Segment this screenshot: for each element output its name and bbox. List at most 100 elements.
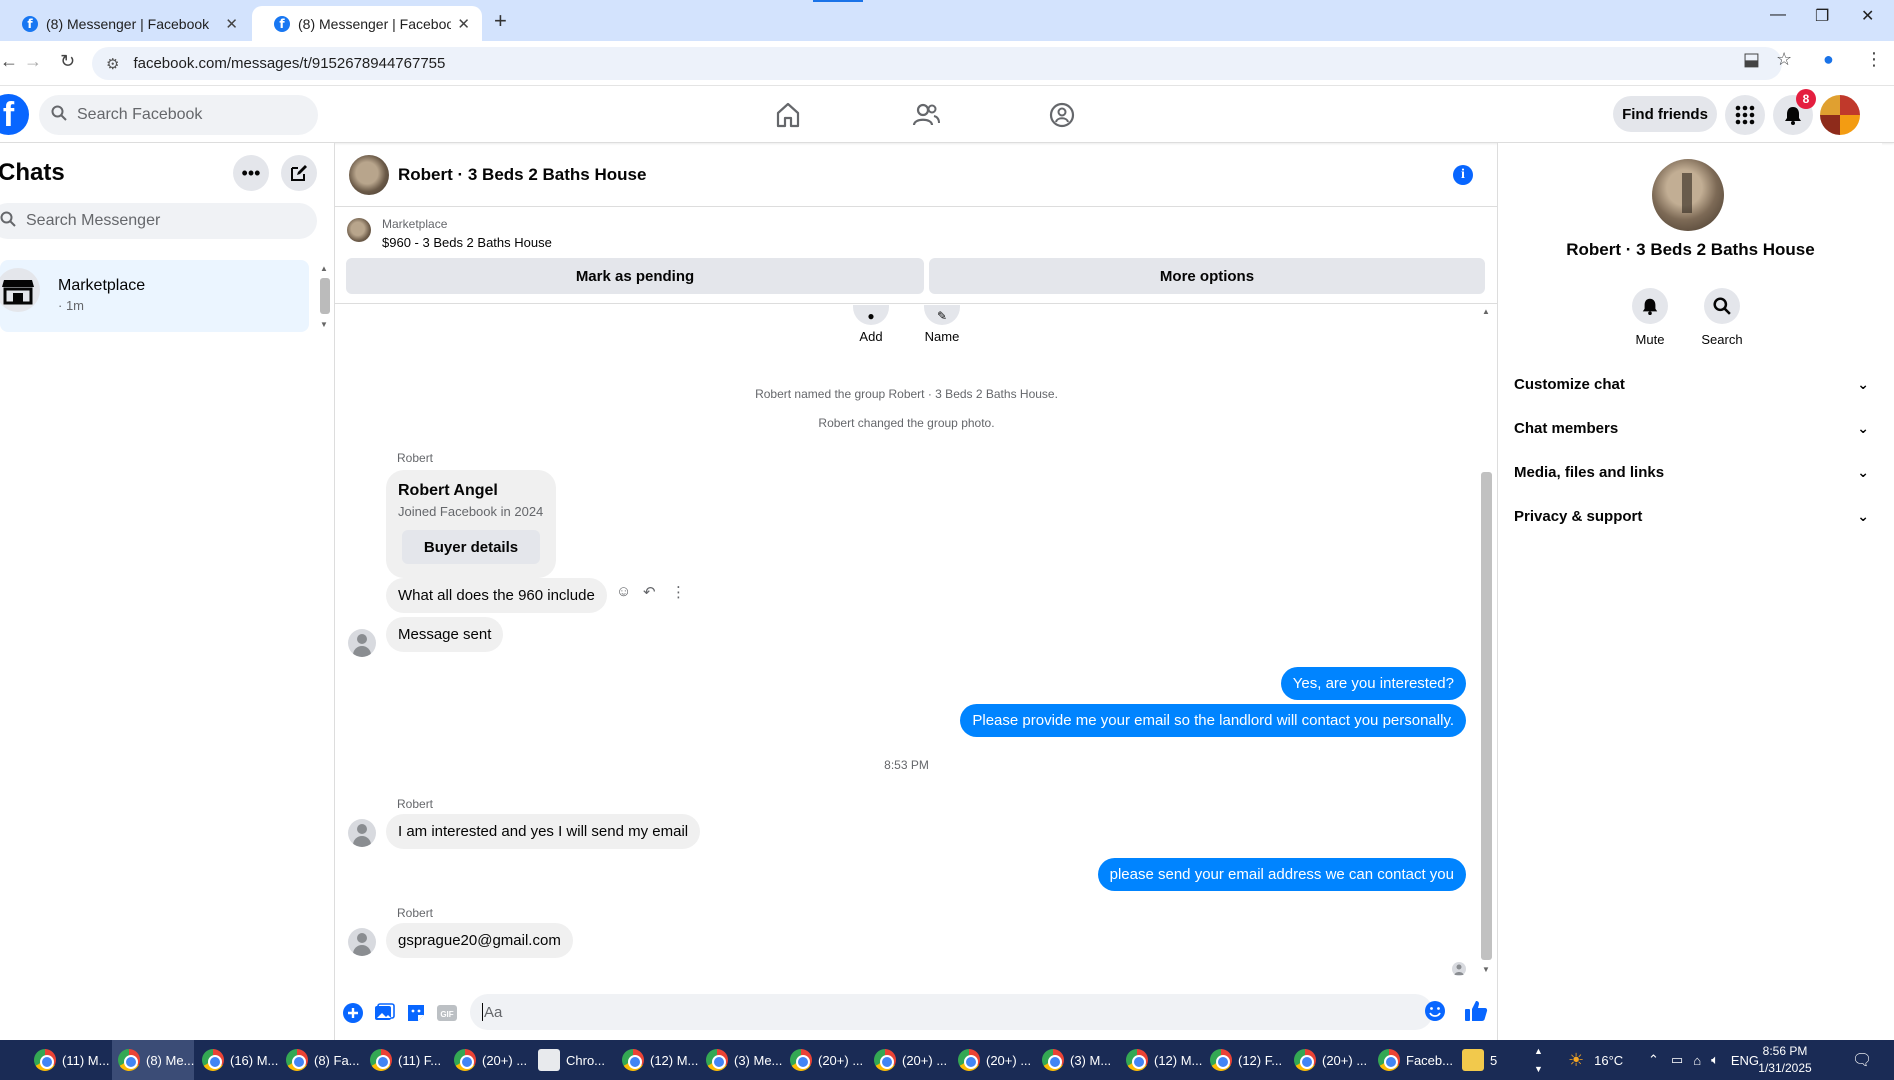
taskbar-item[interactable]: (3) M...: [1036, 1040, 1111, 1080]
new-tab-icon[interactable]: +: [494, 8, 507, 34]
tabstrip-accent: [813, 0, 863, 2]
listing-title[interactable]: $960 - 3 Beds 2 Baths House: [382, 235, 552, 250]
mark-as-pending-button[interactable]: Mark as pending: [346, 258, 924, 294]
incoming-message[interactable]: What all does the 960 include: [386, 578, 607, 613]
sender-avatar[interactable]: [348, 629, 376, 657]
install-app-icon[interactable]: ⬓: [1743, 49, 1760, 70]
facebook-logo-icon[interactable]: f: [0, 94, 29, 135]
search-in-conversation-action[interactable]: Search: [1687, 288, 1757, 347]
taskbar-item[interactable]: (20+) ...: [448, 1040, 527, 1080]
thumbs-up-icon[interactable]: [1464, 999, 1488, 1023]
sender-avatar[interactable]: [348, 819, 376, 847]
taskbar-item[interactable]: (12) F...: [1204, 1040, 1282, 1080]
taskbar-item[interactable]: Faceb...: [1372, 1040, 1453, 1080]
reload-icon[interactable]: ↻: [60, 51, 75, 72]
scroll-up-icon[interactable]: ▲: [1482, 307, 1490, 316]
browser-tab-1[interactable]: f (8) Messenger | Facebook ✕: [0, 6, 250, 41]
home-icon[interactable]: [773, 100, 803, 130]
friends-icon[interactable]: [911, 100, 941, 130]
url-field[interactable]: ⚙ facebook.com/messages/t/91526789447677…: [92, 47, 1782, 80]
message-input[interactable]: Aa: [470, 994, 1433, 1030]
taskbar-item[interactable]: Chro...: [532, 1040, 605, 1080]
conversation-photo[interactable]: [1652, 159, 1724, 231]
taskbar-item[interactable]: (16) M...: [196, 1040, 278, 1080]
taskbar-item[interactable]: (20+) ...: [784, 1040, 863, 1080]
browser-tab-2[interactable]: f (8) Messenger | Facebook ✕: [252, 6, 482, 41]
incoming-message[interactable]: gsprague20@gmail.com: [386, 923, 573, 958]
gif-icon[interactable]: GIF: [436, 1002, 458, 1024]
plus-circle-icon[interactable]: [342, 1002, 364, 1024]
taskbar-scroll[interactable]: ▲ ▼: [1534, 1040, 1543, 1080]
name-group-action[interactable]: ✎ Name: [912, 305, 972, 344]
restore-icon[interactable]: ❐: [1815, 6, 1829, 26]
outgoing-message[interactable]: Yes, are you interested?: [1280, 667, 1466, 700]
photo-icon[interactable]: [373, 1002, 395, 1024]
message-timestamp: 8:53 PM: [884, 758, 929, 772]
media-files-links-section[interactable]: Media, files and links ⌄: [1514, 452, 1869, 492]
conversation-avatar[interactable]: [349, 155, 389, 195]
taskbar-item[interactable]: (11) F...: [364, 1040, 441, 1080]
taskbar-label: (20+) ...: [986, 1052, 1032, 1068]
taskbar-item[interactable]: (8) Me...: [112, 1040, 194, 1080]
taskbar-item[interactable]: (12) M...: [616, 1040, 698, 1080]
chats-scrollbar[interactable]: ▲ ▼: [318, 260, 330, 330]
privacy-support-section[interactable]: Privacy & support ⌄: [1514, 496, 1869, 536]
emoji-icon[interactable]: [1424, 1000, 1446, 1022]
more-options-button[interactable]: More options: [929, 258, 1485, 294]
system-clock[interactable]: 8:56 PM 1/31/2025: [1740, 1043, 1830, 1077]
outgoing-message[interactable]: Please provide me your email so the land…: [960, 704, 1466, 737]
back-icon[interactable]: ←: [0, 51, 18, 72]
close-tab-icon[interactable]: ✕: [457, 15, 470, 33]
taskbar-item[interactable]: (20+) ...: [952, 1040, 1031, 1080]
add-member-action[interactable]: ● Add: [841, 305, 901, 344]
site-info-icon[interactable]: ⚙: [106, 55, 119, 73]
taskbar-item[interactable]: 5: [1456, 1040, 1497, 1080]
taskbar-item[interactable]: (3) Me...: [700, 1040, 782, 1080]
scroll-down-icon[interactable]: ▼: [320, 320, 328, 329]
window-close-icon[interactable]: ✕: [1861, 6, 1874, 26]
facebook-search-input[interactable]: Search Facebook: [39, 95, 318, 135]
incoming-message[interactable]: Message sent: [386, 617, 504, 652]
messages-scrollbar[interactable]: ▲ ▼: [1479, 307, 1493, 977]
taskbar-item[interactable]: (11) M...: [28, 1040, 109, 1080]
react-icon[interactable]: ☺: [616, 583, 631, 600]
chat-members-section[interactable]: Chat members ⌄: [1514, 408, 1869, 448]
buyer-details-button[interactable]: Buyer details: [402, 530, 540, 564]
chat-list-item-marketplace[interactable]: Marketplace · 1m: [0, 260, 309, 332]
sender-avatar[interactable]: [348, 928, 376, 956]
minimize-icon[interactable]: —: [1770, 6, 1786, 24]
taskbar-item[interactable]: (20+) ...: [868, 1040, 947, 1080]
taskbar-item[interactable]: (8) Fa...: [280, 1040, 360, 1080]
chrome-profile-icon[interactable]: ●: [1823, 49, 1834, 70]
taskbar-item[interactable]: (12) M...: [1120, 1040, 1202, 1080]
chrome-menu-icon[interactable]: ⋮: [1865, 49, 1883, 70]
customize-chat-section[interactable]: Customize chat ⌄: [1514, 364, 1869, 404]
new-message-button[interactable]: [281, 155, 317, 191]
messenger-search-input[interactable]: Search Messenger: [0, 203, 317, 239]
sticker-icon[interactable]: [405, 1002, 427, 1024]
conversation-info-icon[interactable]: i: [1453, 165, 1473, 185]
find-friends-button[interactable]: Find friends: [1613, 96, 1717, 132]
close-tab-icon[interactable]: ✕: [225, 15, 238, 33]
outgoing-message[interactable]: please send your email address we can co…: [1097, 858, 1466, 891]
taskbar-item[interactable]: (20+) ...: [1288, 1040, 1367, 1080]
scrollbar-thumb[interactable]: [320, 278, 330, 314]
scroll-up-icon[interactable]: ▲: [320, 264, 328, 273]
weather-widget[interactable]: ☀ 16°C: [1568, 1040, 1623, 1080]
mute-action[interactable]: Mute: [1615, 288, 1685, 347]
reply-icon[interactable]: ↶: [643, 583, 656, 601]
scrollbar-thumb[interactable]: [1481, 472, 1492, 960]
notification-center[interactable]: 🗨︎: [1852, 1040, 1872, 1080]
forward-icon[interactable]: →: [24, 51, 42, 72]
menu-grid-button[interactable]: [1725, 95, 1765, 135]
profile-avatar[interactable]: [1820, 95, 1860, 135]
bookmark-star-icon[interactable]: ☆: [1776, 49, 1792, 70]
message-more-icon[interactable]: ⋮: [671, 583, 686, 601]
groups-icon[interactable]: [1047, 100, 1077, 130]
scroll-down-icon[interactable]: ▼: [1482, 965, 1490, 974]
chat-options-button[interactable]: •••: [233, 155, 269, 191]
chevron-down-icon: ⌄: [1857, 463, 1869, 480]
conversation-title[interactable]: Robert · 3 Beds 2 Baths House: [398, 165, 646, 185]
listing-thumbnail[interactable]: [347, 218, 371, 242]
incoming-message[interactable]: I am interested and yes I will send my e…: [386, 814, 701, 849]
